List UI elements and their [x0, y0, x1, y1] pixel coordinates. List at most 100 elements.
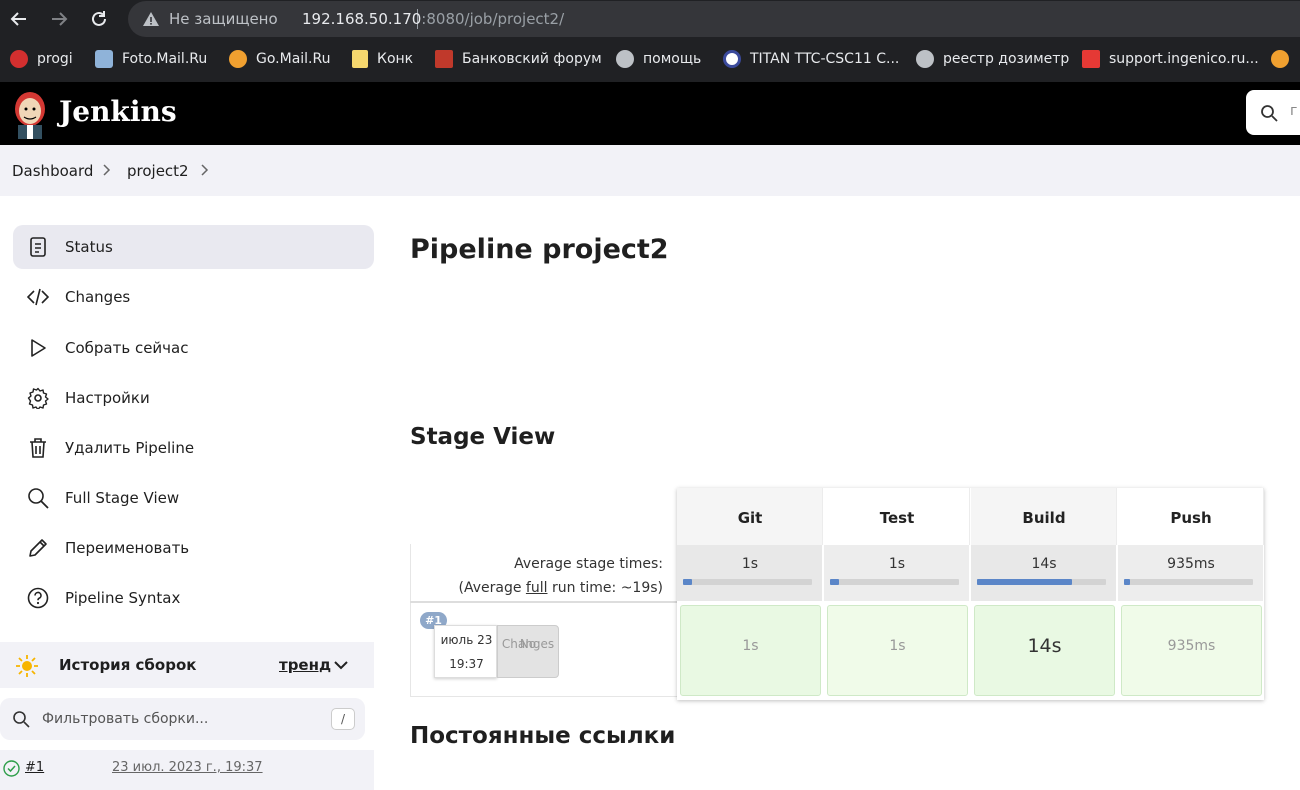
full-run-link[interactable]: full: [526, 580, 548, 596]
search-icon: [28, 488, 49, 509]
folder-icon: [352, 50, 368, 68]
url-path: :8080/job/project2/: [421, 10, 565, 28]
stage-average: 1s: [677, 545, 823, 601]
breadcrumb-dashboard[interactable]: Dashboard: [12, 162, 93, 180]
stage-run-cell[interactable]: 935ms: [1121, 605, 1262, 696]
stage-run-cell[interactable]: 14s: [974, 605, 1115, 696]
insecure-label: Не защищено: [169, 10, 278, 28]
sidebar-item-label: Pipeline Syntax: [65, 589, 181, 607]
globe-icon: [916, 50, 934, 68]
back-button[interactable]: [6, 6, 32, 32]
bookmark[interactable]: Конк: [352, 49, 413, 69]
avg-run-prefix: (Average: [458, 580, 526, 596]
bookmark[interactable]: Foto.Mail.Ru: [95, 49, 207, 69]
bookmark[interactable]: [1271, 49, 1289, 69]
bookmark-label: support.ingenico.ru...: [1109, 51, 1259, 67]
chevron-down-icon[interactable]: [333, 657, 349, 673]
build-filter-input[interactable]: Фильтровать сборки... /: [0, 698, 365, 740]
stage-average: 935ms: [1118, 545, 1264, 601]
sidebar-item-changes[interactable]: Changes: [13, 275, 374, 319]
stage-progress-bar: [977, 579, 1106, 585]
arrow-left-icon: [10, 12, 26, 26]
sidebar-item-label: Full Stage View: [65, 489, 180, 507]
sidebar-item-settings[interactable]: Настройки: [13, 376, 374, 420]
keyboard-shortcut-badge: /: [331, 708, 355, 730]
bookmark[interactable]: progi: [10, 49, 73, 69]
divider: [410, 601, 678, 603]
search-box[interactable]: г: [1246, 90, 1300, 135]
build-history-title: История сборок: [59, 656, 197, 674]
success-icon: [3, 760, 20, 777]
jenkins-logo-icon[interactable]: [12, 89, 48, 139]
jenkins-brand[interactable]: Jenkins: [59, 95, 177, 128]
stage-column-build: Build 14s 14s: [971, 488, 1117, 700]
sidebar-item-label: Status: [65, 238, 113, 256]
stage-average-time: 935ms: [1167, 556, 1215, 572]
url-text: 192.168.50.170:8080/job/project2/: [302, 10, 564, 28]
stage-view-table: Git 1s 1s Test 1s 1s Build 14s 14s Push …: [677, 488, 1264, 700]
stage-run-cell[interactable]: 1s: [680, 605, 821, 696]
bookmark[interactable]: Go.Mail.Ru: [229, 49, 330, 69]
build-history-row[interactable]: #1 23 июл. 2023 г., 19:37: [0, 750, 374, 790]
bookmark[interactable]: реестр дозиметр: [916, 49, 1069, 69]
average-run-time-label: (Average full run time: ~19s): [411, 580, 664, 596]
url-host: 192.168.50.170: [302, 10, 422, 28]
bookmark-icon: [10, 50, 28, 68]
warning-icon: [143, 12, 159, 26]
sidebar-item-pipeline-syntax[interactable]: Pipeline Syntax: [13, 576, 374, 620]
sidebar-item-full-stage-view[interactable]: Full Stage View: [13, 476, 374, 520]
stage-header: Test: [824, 488, 970, 545]
sidebar-item-status[interactable]: Status: [13, 225, 374, 269]
breadcrumb-project2[interactable]: project2: [127, 162, 189, 180]
trend-link[interactable]: тренд: [279, 656, 331, 674]
address-row: Не защищено 192.168.50.170:8080/job/proj…: [0, 0, 1300, 38]
bookmark-label: реестр дозиметр: [943, 51, 1070, 67]
stage-average: 1s: [824, 545, 970, 601]
build-history-header: История сборок тренд: [0, 642, 374, 688]
stage-average: 14s: [971, 545, 1117, 601]
bookmark-label: помощь: [643, 51, 702, 67]
sidebar-item-build-now[interactable]: Собрать сейчас: [13, 326, 374, 370]
help-icon: [27, 587, 49, 609]
chevron-right-icon[interactable]: [198, 164, 210, 176]
forward-button[interactable]: [46, 6, 72, 32]
breadcrumb: Dashboard project2: [0, 145, 1300, 196]
bookmark-icon: [1271, 50, 1289, 68]
stage-run-time: 1s: [742, 638, 759, 654]
build-number-link[interactable]: #1: [25, 760, 44, 775]
bookmark-icon: [229, 50, 247, 68]
bookmark[interactable]: Банковский форум: [435, 49, 602, 69]
chevron-right-icon[interactable]: [100, 164, 112, 176]
permalinks-title: Постоянные ссылки: [410, 723, 676, 749]
bookmark-label: Foto.Mail.Ru: [122, 51, 208, 67]
bookmark[interactable]: support.ingenico.ru...: [1082, 49, 1259, 69]
build-date-link[interactable]: 23 июл. 2023 г., 19:37: [112, 760, 263, 775]
sidebar-item-rename[interactable]: Переименовать: [13, 526, 374, 570]
bookmark-label: TITAN TTC-CSC11 C...: [750, 51, 900, 67]
bookmark-label: Конк: [377, 51, 414, 67]
trash-icon: [30, 438, 46, 458]
bookmark-icon: [1082, 50, 1100, 68]
stage-run-cell[interactable]: 1s: [827, 605, 968, 696]
stage-run-time: 14s: [1027, 635, 1062, 657]
browser-chrome: Не защищено 192.168.50.170:8080/job/proj…: [0, 0, 1300, 82]
stage-progress-fill: [977, 579, 1073, 585]
reload-button[interactable]: [86, 6, 112, 32]
bookmark[interactable]: помощь: [616, 49, 701, 69]
stage-progress-fill: [830, 579, 840, 585]
reload-icon: [92, 11, 106, 26]
bookmark[interactable]: TITAN TTC-CSC11 C...: [723, 49, 899, 69]
globe-icon: [616, 50, 634, 68]
sidebar-item-delete[interactable]: Удалить Pipeline: [13, 426, 374, 470]
search-icon: [13, 711, 30, 728]
bookmark-label: progi: [37, 51, 73, 67]
address-bar[interactable]: Не защищено 192.168.50.170:8080/job/proj…: [128, 1, 1300, 37]
code-icon: [27, 288, 49, 306]
play-icon: [31, 339, 46, 357]
stage-progress-bar: [683, 579, 812, 585]
stage-column-git: Git 1s 1s: [677, 488, 823, 700]
status-icon: [30, 237, 46, 257]
stage-progress-bar: [830, 579, 959, 585]
run-date-card[interactable]: июль 23 19:37: [434, 625, 497, 678]
average-stage-times-label: Average stage times:: [514, 556, 663, 572]
